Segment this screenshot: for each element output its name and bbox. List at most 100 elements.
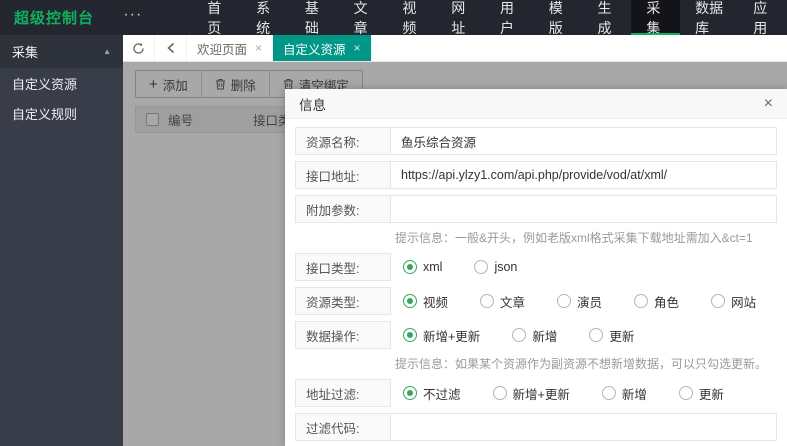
filter-code-input[interactable] bbox=[390, 413, 777, 441]
nav-item-article[interactable]: 文章 bbox=[339, 0, 388, 36]
api-type-row: 接口类型: xml json bbox=[295, 253, 777, 281]
api-url-input[interactable] bbox=[390, 161, 777, 189]
sidebar-group-label: 采集 bbox=[12, 45, 39, 60]
extra-params-input[interactable] bbox=[390, 195, 777, 223]
params-hint-text: 提示信息：一般&开头，例如老版xml格式采集下载地址需加入&ct=1 bbox=[395, 231, 753, 245]
radio-article[interactable]: 文章 bbox=[480, 292, 525, 311]
extra-params-row: 附加参数: bbox=[295, 195, 777, 223]
radio-label: 新增 bbox=[621, 387, 647, 402]
data-operation-label: 数据操作: bbox=[295, 321, 391, 349]
radio-icon bbox=[678, 386, 693, 400]
refresh-button[interactable] bbox=[123, 35, 155, 61]
radio-label: 新增+更新 bbox=[512, 387, 570, 402]
chevron-left-icon bbox=[166, 42, 174, 54]
radio-icon bbox=[403, 386, 417, 400]
nav-item-website[interactable]: 网址 bbox=[436, 0, 485, 36]
radio-icon bbox=[403, 328, 417, 342]
main-menu: 首页 系统 基础 文章 视频 网址 用户 模版 生成 采集 数据库 应用 bbox=[192, 0, 787, 36]
radio-no-filter[interactable]: 不过滤 bbox=[403, 384, 461, 403]
nav-item-template[interactable]: 模版 bbox=[534, 0, 583, 36]
extra-params-label: 附加参数: bbox=[295, 195, 391, 223]
address-filter-label: 地址过滤: bbox=[295, 379, 391, 407]
radio-icon bbox=[589, 328, 604, 342]
radio-icon bbox=[634, 294, 649, 308]
tab-label: 欢迎页面 bbox=[197, 42, 248, 57]
radio-label: 视频 bbox=[423, 295, 449, 310]
sidebar-item-custom-resource[interactable]: 自定义资源 bbox=[0, 68, 123, 98]
radio-label: 角色 bbox=[654, 295, 680, 310]
radio-label: 更新 bbox=[698, 387, 724, 402]
radio-label: xml bbox=[423, 260, 443, 274]
radio-icon bbox=[557, 294, 572, 308]
resource-name-input[interactable] bbox=[390, 127, 777, 155]
modal-body: 资源名称: 接口地址: 附加参数: 提示信息：一般&开头，例如老版xml格式采集… bbox=[285, 119, 787, 446]
radio-filter-update[interactable]: 更新 bbox=[678, 384, 724, 403]
filter-code-row: 过滤代码: bbox=[295, 413, 777, 441]
radio-icon bbox=[403, 260, 417, 274]
radio-label: 新增 bbox=[532, 329, 558, 344]
filter-code-label: 过滤代码: bbox=[295, 413, 391, 441]
radio-add[interactable]: 新增 bbox=[512, 326, 557, 345]
address-filter-options: 不过滤 新增+更新 新增 更新 bbox=[403, 379, 777, 407]
radio-label: 文章 bbox=[500, 295, 526, 310]
tab-welcome[interactable]: 欢迎页面 × bbox=[187, 35, 274, 61]
radio-icon bbox=[512, 328, 527, 342]
sidebar: 采集 ▲ 自定义资源 自定义规则 bbox=[0, 35, 123, 446]
radio-label: 更新 bbox=[609, 329, 635, 344]
app-title: 超级控制台 bbox=[14, 10, 95, 27]
nav-item-home[interactable]: 首页 bbox=[192, 0, 241, 36]
nav-item-user[interactable]: 用户 bbox=[485, 0, 534, 36]
radio-label: 不过滤 bbox=[423, 387, 461, 402]
address-filter-row: 地址过滤: 不过滤 新增+更新 新增 更新 bbox=[295, 379, 777, 407]
radio-site[interactable]: 网站 bbox=[711, 292, 756, 311]
nav-item-video[interactable]: 视频 bbox=[387, 0, 436, 36]
api-type-label: 接口类型: bbox=[295, 253, 391, 281]
radio-json[interactable]: json bbox=[474, 260, 517, 274]
radio-label: 网站 bbox=[731, 295, 757, 310]
tab-label: 自定义资源 bbox=[283, 42, 346, 57]
data-operation-row: 数据操作: 新增+更新 新增 更新 bbox=[295, 321, 777, 349]
radio-label: 演员 bbox=[577, 295, 603, 310]
modal-header: 信息 × bbox=[285, 89, 787, 119]
close-icon[interactable]: × bbox=[764, 95, 773, 112]
page-body: + 添加 删除 清空绑定 编号 接口类型 信息 × 资源名称: 鱼乐综合资源 接… bbox=[123, 62, 787, 446]
resource-type-label: 资源类型: bbox=[295, 287, 391, 315]
nav-item-database[interactable]: 数据库 bbox=[680, 0, 738, 36]
radio-icon bbox=[711, 294, 726, 308]
nav-item-generate[interactable]: 生成 bbox=[583, 0, 632, 36]
nav-item-collect[interactable]: 采集 bbox=[631, 0, 681, 36]
radio-filter-add-update[interactable]: 新增+更新 bbox=[492, 384, 570, 403]
data-operation-options: 新增+更新 新增 更新 bbox=[403, 321, 777, 349]
content-area: 欢迎页面 × 自定义资源 × + 添加 删除 清空绑定 编号 接口类型 信息 ×… bbox=[123, 35, 787, 446]
radio-filter-add[interactable]: 新增 bbox=[601, 384, 647, 403]
radio-video[interactable]: 视频 bbox=[403, 292, 448, 311]
radio-label: 新增+更新 bbox=[423, 329, 481, 344]
radio-label: json bbox=[494, 260, 518, 274]
nav-item-app[interactable]: 应用 bbox=[738, 0, 787, 36]
back-button[interactable] bbox=[155, 35, 187, 61]
resource-type-row: 资源类型: 视频 文章 演员 角色 网站 bbox=[295, 287, 777, 315]
nav-item-basic[interactable]: 基础 bbox=[290, 0, 339, 36]
resource-info-modal: 信息 × 资源名称: 接口地址: 附加参数: 提示信息：一般&开头，例如老版xm… bbox=[285, 89, 787, 446]
radio-actor[interactable]: 演员 bbox=[557, 292, 602, 311]
radio-icon bbox=[492, 386, 507, 400]
refresh-icon bbox=[133, 42, 144, 54]
radio-update[interactable]: 更新 bbox=[589, 326, 634, 345]
api-url-row: 接口地址: bbox=[295, 161, 777, 189]
sidebar-group-collect[interactable]: 采集 ▲ bbox=[0, 35, 123, 68]
radio-icon bbox=[403, 294, 417, 308]
tab-custom-resource[interactable]: 自定义资源 × bbox=[273, 35, 372, 61]
sidebar-item-custom-rule[interactable]: 自定义规则 bbox=[0, 98, 123, 128]
modal-title: 信息 bbox=[299, 97, 326, 113]
api-url-label: 接口地址: bbox=[295, 161, 391, 189]
radio-add-update[interactable]: 新增+更新 bbox=[403, 326, 480, 345]
tab-close-icon[interactable]: × bbox=[354, 41, 361, 55]
api-type-options: xml json bbox=[403, 253, 777, 281]
radio-icon bbox=[480, 294, 495, 308]
tab-close-icon[interactable]: × bbox=[255, 41, 262, 55]
nav-item-system[interactable]: 系统 bbox=[241, 0, 290, 36]
resource-type-options: 视频 文章 演员 角色 网站 bbox=[403, 287, 777, 315]
menu-collapse-icon[interactable]: ··· bbox=[105, 0, 160, 35]
radio-xml[interactable]: xml bbox=[403, 260, 442, 274]
radio-role[interactable]: 角色 bbox=[634, 292, 679, 311]
